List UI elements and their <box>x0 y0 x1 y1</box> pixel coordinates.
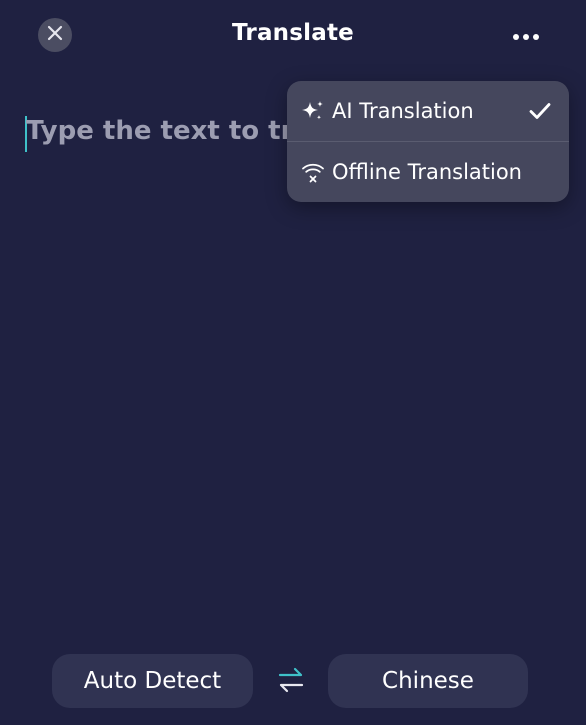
translate-screen: Translate Type the text to translate <box>0 0 586 725</box>
more-options-button[interactable] <box>506 22 546 48</box>
input-placeholder: Type the text to translate <box>26 116 288 146</box>
target-language-button[interactable]: Chinese <box>328 654 528 708</box>
menu-item-label: AI Translation <box>332 99 474 123</box>
sparkles-icon <box>300 98 326 124</box>
translation-mode-menu: AI Translation Offline Translation <box>287 81 569 202</box>
swap-languages-button[interactable] <box>270 664 312 700</box>
menu-item-offline-translation[interactable]: Offline Translation <box>287 142 569 202</box>
menu-item-ai-translation[interactable]: AI Translation <box>287 81 569 141</box>
header: Translate <box>0 0 586 70</box>
wifi-off-icon <box>300 159 326 185</box>
page-title: Translate <box>232 20 354 46</box>
swap-arrows-icon <box>276 666 306 698</box>
checkmark-icon <box>527 98 553 124</box>
menu-item-label: Offline Translation <box>332 160 522 184</box>
source-language-button[interactable]: Auto Detect <box>52 654 253 708</box>
more-horizontal-icon <box>512 26 540 45</box>
